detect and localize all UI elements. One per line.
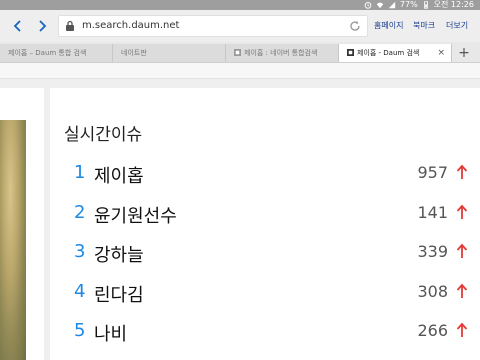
trend-up-icon <box>456 243 468 258</box>
tab-strip: 제이홉 – Daum 통합 검색 네이트판 제이홉 : 네이버 통합검색 제이홉… <box>0 42 480 63</box>
battery-icon <box>422 1 430 9</box>
address-bar[interactable]: m.search.daum.net <box>58 15 368 37</box>
trend-up-icon <box>456 322 468 337</box>
issue-count: 339 <box>417 242 448 261</box>
reload-icon[interactable] <box>348 19 362 33</box>
page-favicon-icon <box>347 49 354 56</box>
issue-row[interactable]: 4 린다김 308 <box>64 281 474 311</box>
signal-icon <box>388 1 396 9</box>
issue-rank: 2 <box>74 202 86 223</box>
url-text: m.search.daum.net <box>82 20 180 31</box>
back-button[interactable] <box>10 18 26 34</box>
page-subheader <box>0 63 480 79</box>
tab-label: 네이트판 <box>121 49 147 57</box>
clock: 오전 12:26 <box>433 0 474 9</box>
issue-rank: 3 <box>74 241 86 262</box>
issue-row[interactable]: 3 강하늘 339 <box>64 241 474 271</box>
status-bar: 77% 오전 12:26 <box>0 0 480 10</box>
more-link[interactable]: 더보기 <box>446 20 468 31</box>
new-tab-button[interactable]: + <box>454 44 474 62</box>
issue-keyword: 강하늘 <box>94 245 144 266</box>
wifi-icon <box>376 1 384 9</box>
trend-up-icon <box>456 164 468 179</box>
issue-count: 141 <box>417 203 448 222</box>
chevron-left-icon <box>13 20 21 32</box>
issue-count: 308 <box>417 282 448 301</box>
lock-icon <box>66 20 74 31</box>
issue-count: 266 <box>417 321 448 340</box>
issue-keyword: 린다김 <box>94 285 144 306</box>
tab-naver-search[interactable]: 제이홉 : 네이버 통합검색 <box>226 44 339 62</box>
issue-keyword: 제이홉 <box>94 166 144 187</box>
realtime-issue-title: 실시간이슈 <box>64 125 143 145</box>
issue-count: 957 <box>417 163 448 182</box>
trend-up-icon <box>456 204 468 219</box>
chevron-right-icon <box>39 20 47 32</box>
issue-rank: 5 <box>74 320 86 341</box>
browser-toolbar: m.search.daum.net 홈페이지 북마크 더보기 <box>0 10 480 42</box>
tab-nate-pann[interactable]: 네이트판 <box>113 44 226 62</box>
trend-up-icon <box>456 283 468 298</box>
tab-label: 제이홉 : 네이버 통합검색 <box>244 49 318 57</box>
bookmarks-link[interactable]: 북마크 <box>413 20 435 31</box>
close-tab-icon[interactable]: × <box>437 44 445 62</box>
issue-row[interactable]: 2 윤기원선수 141 <box>64 202 474 232</box>
forward-button[interactable] <box>34 18 50 34</box>
issue-keyword: 나비 <box>94 324 128 345</box>
issue-row[interactable]: 1 제이홉 957 <box>64 162 474 192</box>
issue-row[interactable]: 5 나비 266 <box>64 320 474 350</box>
issue-rank: 1 <box>74 162 86 183</box>
issue-rank: 4 <box>74 281 86 302</box>
tab-daum-search-1[interactable]: 제이홉 – Daum 통합 검색 <box>0 44 113 62</box>
tab-daum-search-active[interactable]: 제이홉 - Daum 검색 × <box>339 44 452 62</box>
status-bar-right: 77% 오전 12:26 <box>364 0 474 10</box>
homepage-link[interactable]: 홈페이지 <box>374 20 403 31</box>
issue-keyword: 윤기원선수 <box>94 206 177 227</box>
page-favicon-icon <box>234 49 241 56</box>
tab-label: 제이홉 – Daum 통합 검색 <box>8 49 87 57</box>
tab-label: 제이홉 - Daum 검색 <box>357 49 420 57</box>
alarm-icon <box>364 1 372 9</box>
battery-level: 77% <box>399 0 418 9</box>
thumbnail-image[interactable] <box>0 120 26 360</box>
